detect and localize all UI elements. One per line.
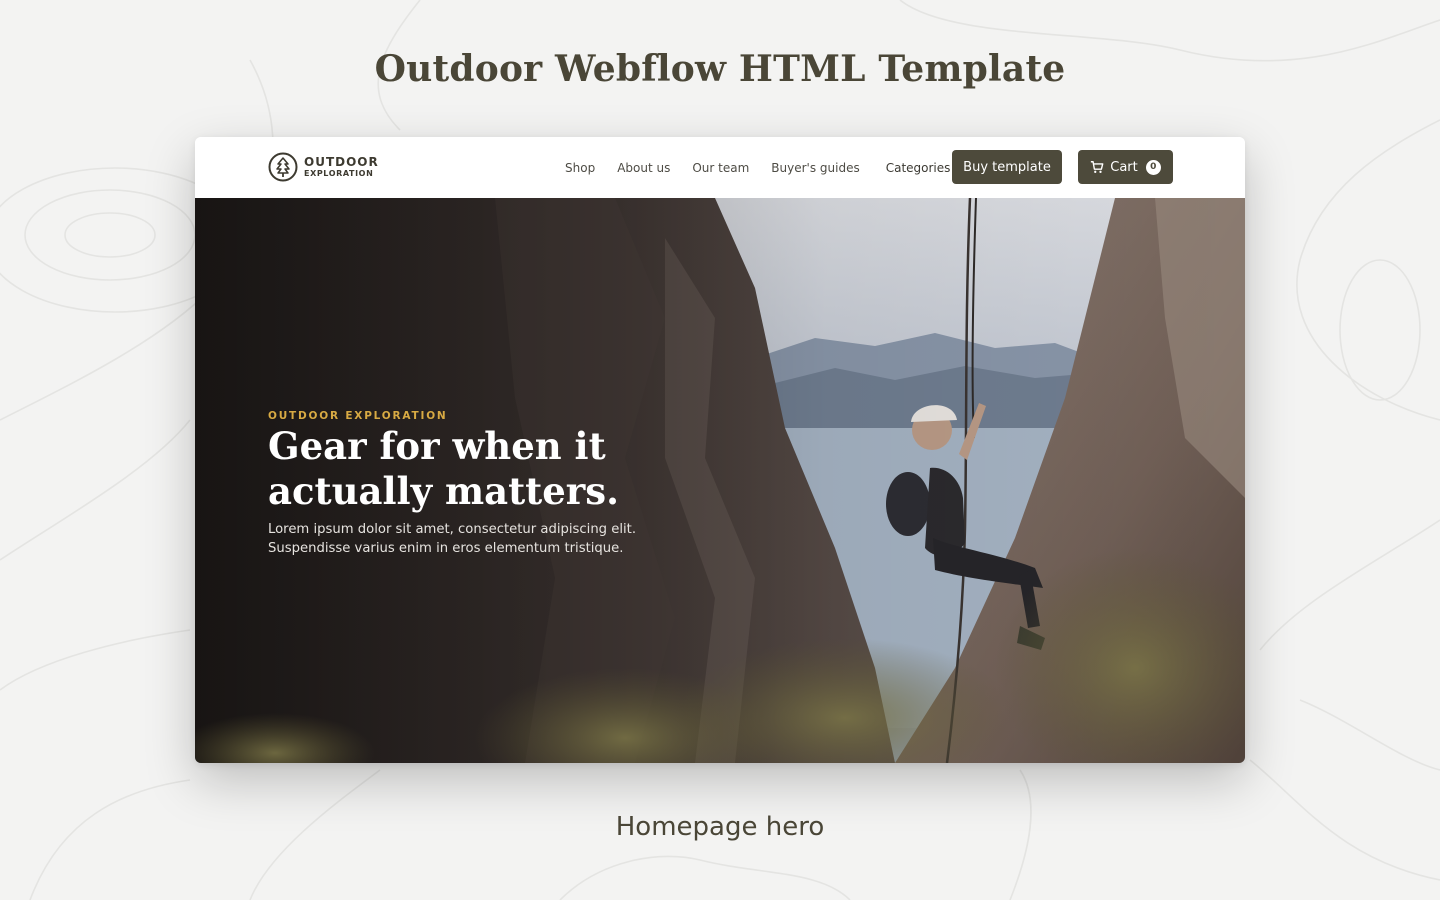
- cart-label: Cart: [1110, 159, 1138, 175]
- website-mockup: OUTDOOR EXPLORATION Shop About us Our te…: [195, 137, 1245, 763]
- categories-label: Categories: [885, 160, 951, 175]
- logo-line-2: EXPLORATION: [304, 169, 374, 178]
- section-caption: Homepage hero: [615, 812, 825, 842]
- nav-link-shop[interactable]: Shop: [565, 161, 595, 175]
- page-title: Outdoor Webflow HTML Template: [374, 48, 1066, 90]
- cart-icon: [1091, 161, 1104, 173]
- hero-headline: Gear for when it actually matters.: [268, 424, 620, 513]
- site-logo[interactable]: OUTDOOR EXPLORATION: [268, 151, 379, 183]
- cart-button[interactable]: Cart 0: [1078, 150, 1173, 184]
- nav-link-team[interactable]: Our team: [692, 161, 749, 175]
- cart-count-badge: 0: [1145, 159, 1161, 175]
- site-navbar: OUTDOOR EXPLORATION Shop About us Our te…: [195, 137, 1245, 199]
- hero-section: OUTDOOR EXPLORATION Gear for when it act…: [195, 198, 1245, 763]
- nav-links: Shop About us Our team Buyer's guides Ca…: [565, 137, 964, 198]
- nav-link-guides[interactable]: Buyer's guides: [771, 161, 859, 175]
- pine-tree-icon: [268, 152, 298, 182]
- hero-eyebrow: OUTDOOR EXPLORATION: [268, 410, 448, 422]
- hero-subtext: Lorem ipsum dolor sit amet, consectetur …: [268, 522, 637, 556]
- nav-link-about[interactable]: About us: [617, 161, 670, 175]
- logo-line-1: OUTDOOR: [304, 155, 379, 169]
- buy-template-button[interactable]: Buy template: [952, 150, 1062, 184]
